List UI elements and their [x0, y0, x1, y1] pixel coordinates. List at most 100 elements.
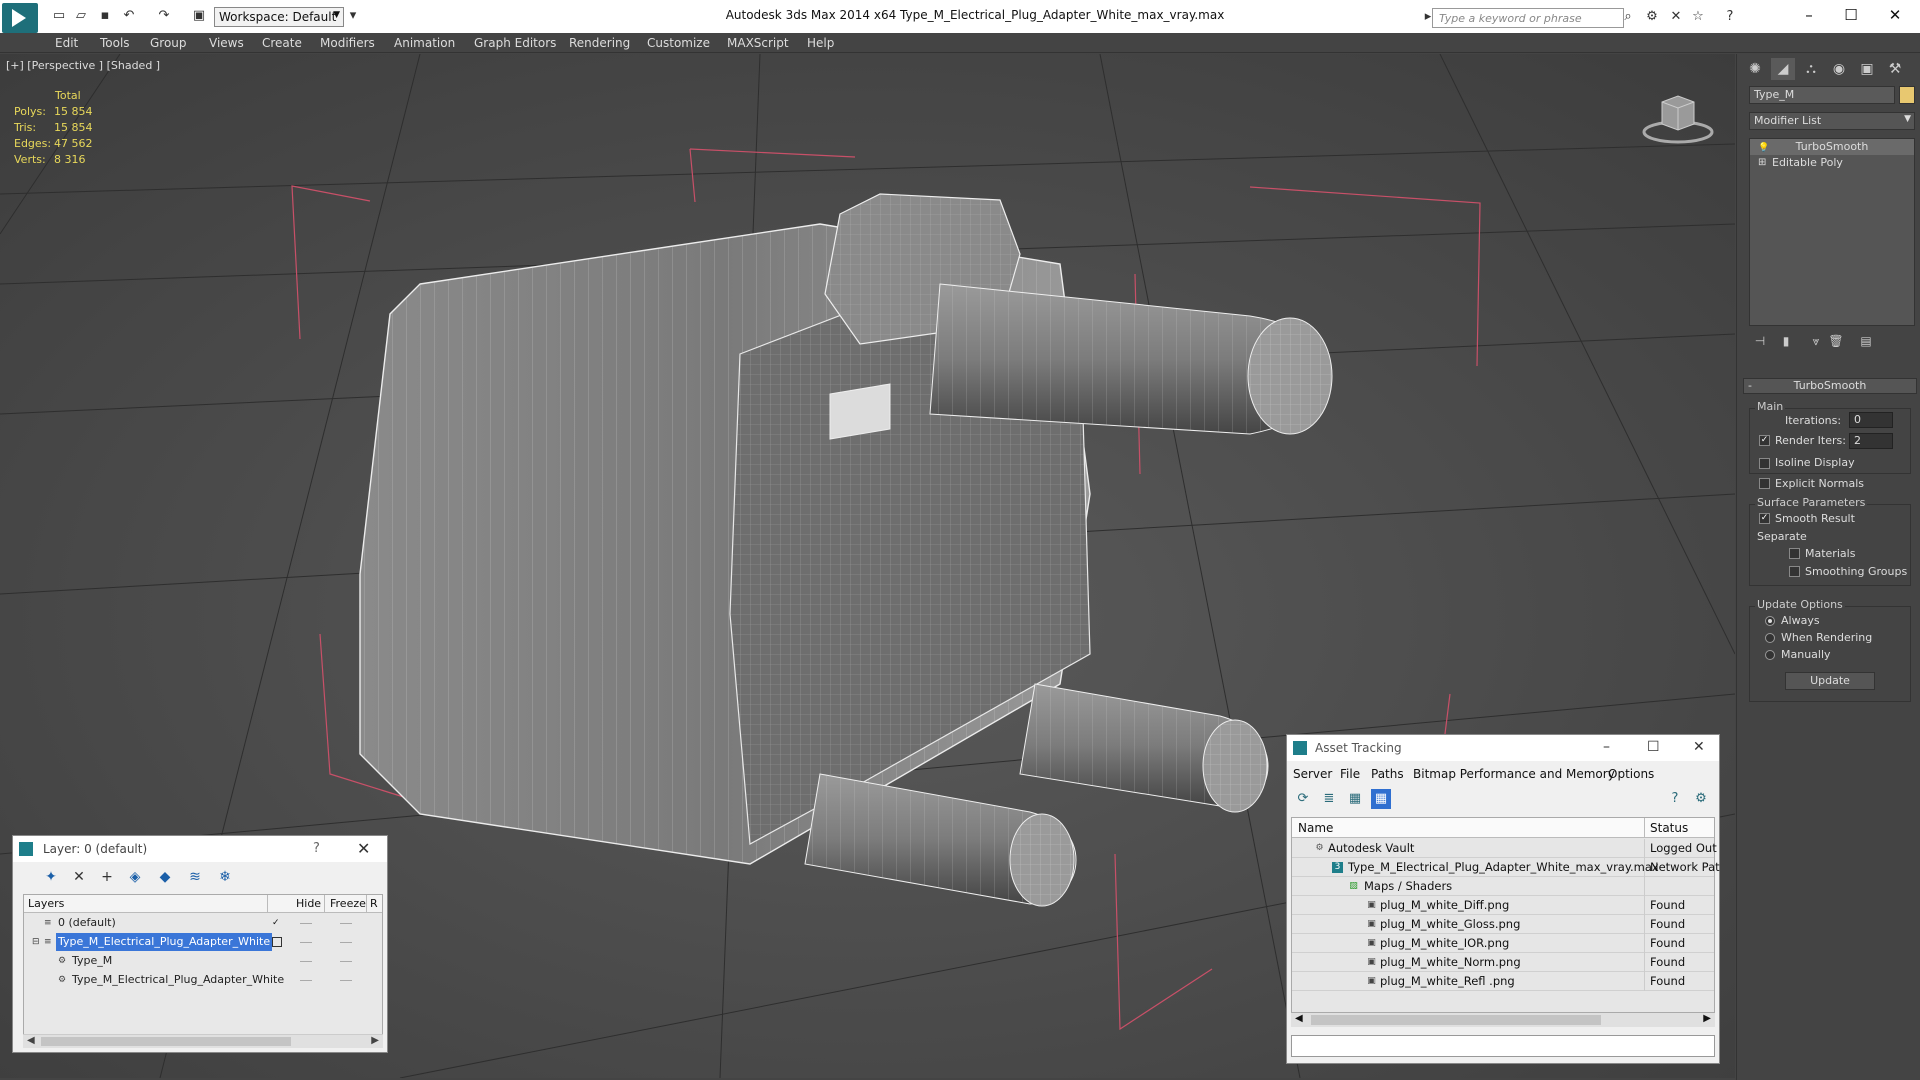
menu-animation[interactable]: Animation	[394, 36, 455, 50]
scroll-left-icon[interactable]: ◀	[1295, 1013, 1303, 1024]
menu-server[interactable]: Server	[1293, 767, 1332, 781]
asset-dialog-titlebar[interactable]: Asset Tracking – ☐ ✕	[1287, 735, 1719, 761]
create-tab-icon[interactable]: ✺	[1743, 58, 1767, 80]
asset-row[interactable]: ▣ plug_M_white_Gloss.png Found	[1292, 915, 1714, 934]
menu-customize[interactable]: Customize	[647, 36, 710, 50]
object-color-swatch[interactable]	[1899, 86, 1915, 104]
expand-plus-icon[interactable]: ⊞	[1758, 155, 1766, 171]
layer-row[interactable]: ⊟ ≡ Type_M_Electrical_Plug_Adapter_White	[24, 933, 382, 951]
delete-layer-icon[interactable]: ✕	[69, 867, 89, 887]
smooth-result-checkbox[interactable]: ✓	[1759, 513, 1770, 524]
asset-row[interactable]: 3 Type_M_Electrical_Plug_Adapter_White_m…	[1292, 858, 1720, 877]
asset-row[interactable]: ▨ Maps / Shaders	[1292, 877, 1714, 896]
column-name[interactable]: Name	[1298, 821, 1333, 835]
asset-row[interactable]: ▣ plug_M_white_Norm.png Found	[1292, 953, 1714, 972]
asset-row[interactable]: ▣ plug_M_white_Refl .png Found	[1292, 972, 1714, 991]
column-render[interactable]: R	[370, 897, 378, 910]
hide-all-icon[interactable]: ≋	[185, 867, 205, 887]
scroll-right-icon[interactable]: ▶	[371, 1035, 379, 1046]
close-icon[interactable]: ✕	[1880, 5, 1910, 25]
scroll-right-icon[interactable]: ▶	[1703, 1013, 1711, 1024]
menu-tools[interactable]: Tools	[100, 36, 130, 50]
modifier-list-dropdown[interactable]: Modifier List ▼	[1749, 112, 1915, 130]
server-settings-icon[interactable]: ⚙	[1691, 789, 1711, 809]
show-end-result-icon[interactable]: ▮	[1777, 334, 1795, 352]
search-input[interactable]: Type a keyword or phrase	[1432, 8, 1624, 28]
column-status[interactable]: Status	[1650, 821, 1688, 835]
scrollbar-thumb[interactable]	[1311, 1015, 1601, 1025]
render-iters-spinner[interactable]: 2	[1849, 433, 1893, 449]
stack-item-turbosmooth[interactable]: 💡 TurboSmooth	[1750, 139, 1914, 155]
asset-path-field[interactable]	[1291, 1035, 1715, 1057]
pin-stack-icon[interactable]: ⊣	[1751, 334, 1769, 352]
menu-create[interactable]: Create	[262, 36, 302, 50]
menu-maxscript[interactable]: MAXScript	[727, 36, 789, 50]
menu-graph-editors[interactable]: Graph Editors	[474, 36, 556, 50]
menu-paths[interactable]: Paths	[1371, 767, 1404, 781]
refresh-icon[interactable]: ⟳	[1293, 789, 1313, 809]
scrollbar-thumb[interactable]	[41, 1037, 291, 1046]
create-layer-icon[interactable]: ✦	[41, 867, 61, 887]
add-to-layer-icon[interactable]: +	[97, 867, 117, 887]
column-freeze[interactable]: Freeze	[330, 897, 366, 910]
select-objects-icon[interactable]: ◈	[125, 867, 145, 887]
minimize-icon[interactable]: –	[1603, 739, 1610, 755]
active-layer-check-icon[interactable]: ✓	[272, 918, 282, 928]
thumbnail-view-icon[interactable]: ▦	[1345, 789, 1365, 809]
help-icon[interactable]: ?	[313, 841, 320, 856]
render-iters-checkbox[interactable]: ✓	[1759, 435, 1770, 446]
lightbulb-icon[interactable]: 💡	[1758, 140, 1769, 156]
configure-sets-icon[interactable]: ▤	[1857, 334, 1875, 352]
help-icon[interactable]: ?	[1722, 9, 1738, 25]
maximize-icon[interactable]: ☐	[1836, 5, 1866, 25]
scroll-left-icon[interactable]: ◀	[27, 1035, 35, 1046]
modify-tab-icon[interactable]: ◢	[1771, 58, 1795, 80]
make-unique-icon[interactable]: ⩔	[1807, 334, 1825, 352]
when-rendering-radio[interactable]	[1765, 633, 1775, 643]
menu-modifiers[interactable]: Modifiers	[320, 36, 375, 50]
set-active-layer-icon[interactable]	[272, 937, 282, 947]
layer-object-row[interactable]: ⚙ Type_M	[24, 952, 382, 970]
menu-options[interactable]: Options	[1608, 767, 1654, 781]
remove-modifier-icon[interactable]: 🗑	[1827, 334, 1845, 352]
layer-dialog-titlebar[interactable]: Layer: 0 (default) ? ✕	[13, 836, 387, 862]
favorites-star-icon[interactable]: ☆	[1690, 9, 1706, 25]
manually-radio[interactable]	[1765, 650, 1775, 660]
iterations-spinner[interactable]: 0	[1849, 412, 1893, 428]
freeze-all-icon[interactable]: ❄	[215, 867, 235, 887]
motion-tab-icon[interactable]: ◉	[1827, 58, 1851, 80]
collapse-minus-icon[interactable]: ⊟	[32, 937, 42, 947]
asset-row[interactable]: ⚙ Autodesk Vault Logged Out	[1292, 839, 1717, 858]
minimize-icon[interactable]: –	[1794, 5, 1824, 25]
close-icon[interactable]: ✕	[357, 839, 370, 858]
list-view-icon[interactable]: ≣	[1319, 789, 1339, 809]
asset-row[interactable]: ▣ plug_M_white_Diff.png Found	[1292, 896, 1714, 915]
viewcube-icon[interactable]	[1640, 88, 1716, 148]
asset-horizontal-scrollbar[interactable]: ◀ ▶	[1291, 1013, 1715, 1027]
asset-row[interactable]: ▣ plug_M_white_IOR.png Found	[1292, 934, 1714, 953]
utilities-tab-icon[interactable]: ⚒	[1883, 58, 1907, 80]
smoothing-groups-checkbox[interactable]	[1789, 566, 1800, 577]
menu-views[interactable]: Views	[209, 36, 244, 50]
menu-bitmap-performance[interactable]: Bitmap Performance and Memory	[1413, 767, 1615, 781]
layer-object-row[interactable]: ⚙ Type_M_Electrical_Plug_Adapter_White	[24, 971, 382, 989]
subscription-icon[interactable]: ⚙	[1644, 9, 1660, 25]
materials-checkbox[interactable]	[1789, 548, 1800, 559]
update-button[interactable]: Update	[1785, 672, 1875, 690]
table-view-icon[interactable]: ▦	[1371, 789, 1391, 809]
always-radio[interactable]	[1765, 616, 1775, 626]
hierarchy-tab-icon[interactable]: ⛬	[1799, 58, 1823, 80]
column-layers[interactable]: Layers	[28, 897, 64, 910]
menu-edit[interactable]: Edit	[55, 36, 78, 50]
rollout-header[interactable]: - TurboSmooth	[1743, 378, 1917, 394]
menu-rendering[interactable]: Rendering	[569, 36, 630, 50]
maximize-icon[interactable]: ☐	[1647, 739, 1660, 755]
close-icon[interactable]: ✕	[1693, 739, 1705, 755]
stack-item-editable-poly[interactable]: ⊞ Editable Poly	[1750, 155, 1914, 171]
layer-row[interactable]: ≡ 0 (default) ✓	[24, 914, 382, 932]
binoculars-icon[interactable]: ⌕	[1620, 9, 1636, 25]
communication-icon[interactable]: ✕	[1668, 9, 1684, 25]
column-hide[interactable]: Hide	[296, 897, 321, 910]
menu-file[interactable]: File	[1340, 767, 1360, 781]
menu-group[interactable]: Group	[150, 36, 187, 50]
